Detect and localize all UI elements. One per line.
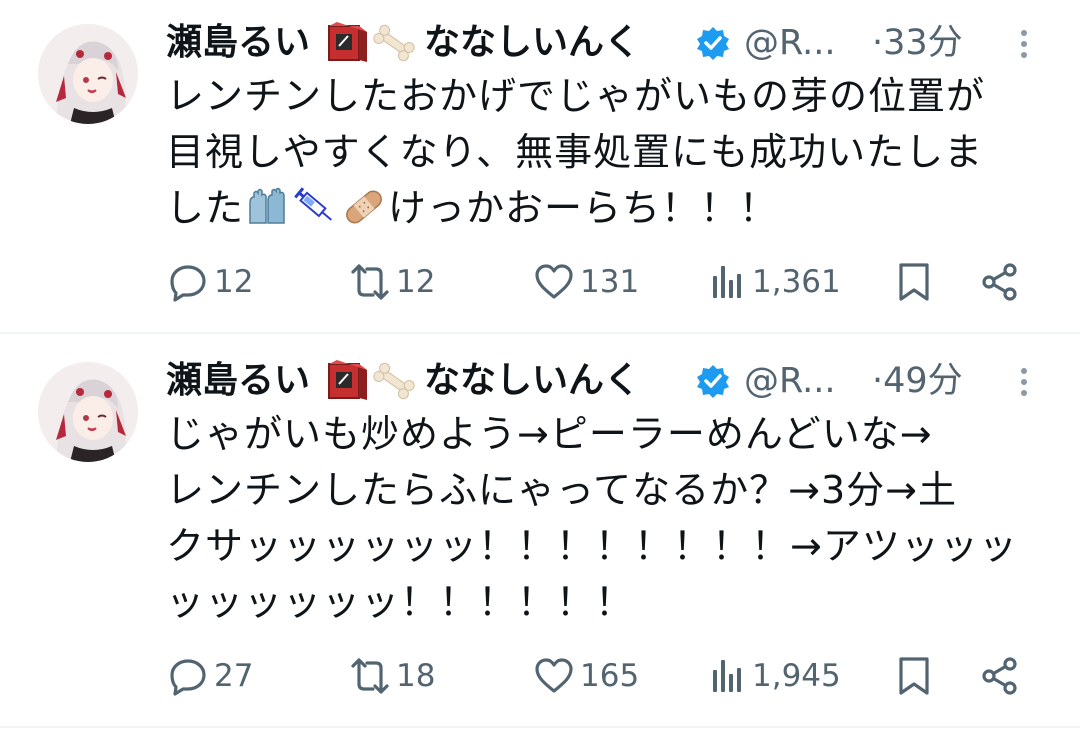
tweet-text-line: ッッッッッッ！！！！！！ (166, 580, 635, 624)
reply-icon (168, 262, 208, 302)
view-count: 1,361 (752, 264, 841, 300)
tweet-text-line: レンチンしたおかげでじゃがいもの芽の位置が (166, 74, 986, 118)
tweet-actions: 12 12 131 1,361 (166, 257, 1046, 307)
timestamp[interactable]: ·49分 (872, 356, 963, 406)
bone-emoji (372, 360, 416, 402)
reply-button[interactable]: 12 (168, 257, 253, 307)
tweet-header: 瀬島るい ななしいんく (166, 356, 1046, 406)
bookmark-button[interactable] (894, 257, 934, 307)
bookmark-icon (894, 262, 934, 302)
retweet-icon (350, 262, 390, 302)
retweet-count: 18 (396, 658, 436, 694)
tweet-text-line: クサッッッッッッ！！！！！！！！→アツッッッ (166, 524, 1018, 568)
reply-button[interactable]: 27 (168, 651, 253, 701)
verified-badge-icon (696, 364, 730, 398)
reply-count: 27 (214, 658, 254, 694)
like-count: 131 (580, 264, 640, 300)
timestamp[interactable]: ·33分 (872, 18, 963, 68)
bandage-emoji (342, 186, 386, 226)
views-button[interactable]: 1,361 (710, 257, 841, 307)
bookmark-button[interactable] (894, 651, 934, 701)
tweet[interactable]: 瀬島るい ななしいんく (0, 334, 1080, 727)
verified-badge-icon (696, 26, 730, 60)
tweet-divider (0, 726, 1080, 728)
more-options-icon[interactable] (1014, 24, 1034, 64)
display-name-suffix[interactable]: ななしいんく (424, 18, 640, 68)
retweet-button[interactable]: 12 (350, 257, 435, 307)
display-name-suffix[interactable]: ななしいんく (424, 356, 640, 406)
like-button[interactable]: 165 (534, 651, 639, 701)
retweet-icon (350, 656, 390, 696)
red-box-emoji (326, 22, 370, 64)
bone-emoji (372, 22, 416, 64)
share-button[interactable] (980, 651, 1020, 701)
display-name[interactable]: 瀬島るい (166, 356, 310, 406)
share-button[interactable] (980, 257, 1020, 307)
tweet-text-segment: けっかおーらち！！！ (388, 186, 779, 230)
tweet-text-line: レンチンしたらふにゃってなるか？→3分→土 (166, 468, 957, 512)
avatar[interactable] (38, 362, 138, 462)
avatar[interactable] (38, 24, 138, 124)
retweet-button[interactable]: 18 (350, 651, 435, 701)
red-box-emoji (326, 360, 370, 402)
tweet-text-line: じゃがいも炒めよう→ピーラーめんどいな→ (166, 412, 933, 456)
tweet-text-segment: した (166, 186, 245, 230)
reply-count: 12 (214, 264, 254, 300)
heart-icon (534, 656, 574, 696)
views-button[interactable]: 1,945 (710, 651, 841, 701)
retweet-count: 12 (396, 264, 436, 300)
tweet-text: じゃがいも炒めよう→ピーラーめんどいな→ レンチンしたらふにゃってなるか？→3分… (166, 406, 1046, 630)
like-button[interactable]: 131 (534, 257, 639, 307)
share-icon (980, 262, 1020, 302)
bookmark-icon (894, 656, 934, 696)
tweet-text-line: 目視しやすくなり、無事処置にも成功いたしま (166, 130, 984, 174)
tweet[interactable]: 瀬島るい ななしいんく (0, 0, 1080, 333)
more-options-icon[interactable] (1014, 362, 1034, 402)
tweet-header: 瀬島るい ななしいんく (166, 18, 1046, 68)
handle[interactable]: @R... (744, 18, 835, 68)
analytics-icon (710, 264, 746, 300)
like-count: 165 (580, 658, 640, 694)
reply-icon (168, 656, 208, 696)
analytics-icon (710, 658, 746, 694)
tweet-actions: 27 18 165 1,945 (166, 651, 1046, 701)
syringe-emoji (294, 186, 338, 226)
tweet-text: レンチンしたおかげでじゃがいもの芽の位置が 目視しやすくなり、無事処置にも成功い… (166, 68, 1046, 236)
gloves-emoji (246, 186, 290, 226)
handle[interactable]: @R... (744, 356, 835, 406)
share-icon (980, 656, 1020, 696)
display-name[interactable]: 瀬島るい (166, 18, 310, 68)
view-count: 1,945 (752, 658, 841, 694)
heart-icon (534, 262, 574, 302)
tweet-text-line: した けっかおーらち！！！ (166, 180, 1046, 236)
